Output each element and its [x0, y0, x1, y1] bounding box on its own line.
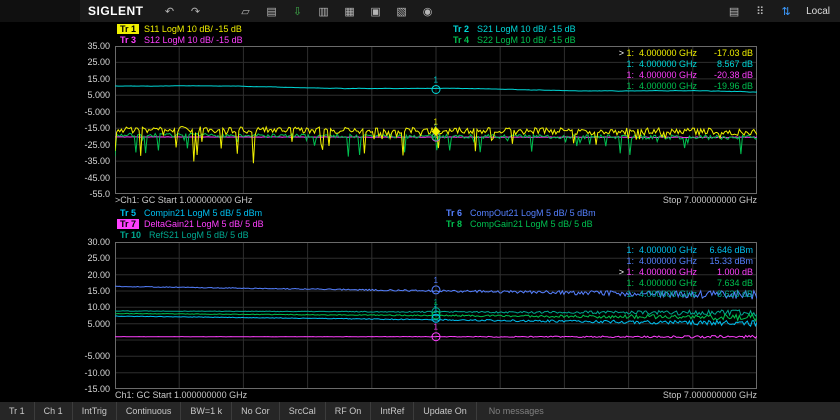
trace-format-label: S11 LogM 10 dB/ -15 dB	[144, 24, 242, 34]
toolbar-system-group: ▤ ⠿ ⇅	[724, 3, 796, 19]
trace-number-chip[interactable]: Tr 2	[450, 24, 472, 34]
vna-screen: SIGLENT ↶↷ ▱▤⇩▥▦▣▧◉ ▤⠿⇅ Local Tr 1Ch 1In…	[0, 0, 840, 420]
trace-format-label: CompGain21 LogM 5 dB/ 5 dB	[470, 219, 593, 229]
toolbar-tools-group: ▱ ▤ ⇩ ▥ ▦ ▣ ▧ ◉	[236, 3, 438, 19]
control-mode-label[interactable]: Local	[806, 6, 830, 17]
status-bw-1-k[interactable]: BW=1 k	[181, 402, 232, 420]
y-axis-label: 20.00	[58, 271, 110, 280]
trace-header-tr10[interactable]: Tr 10 RefS21 LogM 5 dB/ 5 dB	[117, 230, 249, 240]
window-layout-icon[interactable]: ▤	[724, 3, 744, 19]
trace-number-chip[interactable]: Tr 10	[117, 230, 144, 240]
y-axis-label: 10.00	[58, 303, 110, 312]
sweep-stop-label: Stop 7.000000000 GHz	[663, 390, 757, 400]
svg-text:1: 1	[434, 323, 439, 332]
sweep-stop-label: Stop 7.000000000 GHz	[663, 195, 757, 205]
trace-format-label: CompOut21 LogM 5 dB/ 5 dBm	[470, 208, 596, 218]
trace-format-label: Compin21 LogM 5 dB/ 5 dBm	[144, 208, 262, 218]
toolbar-undo-group: ↶↷	[160, 3, 206, 19]
export-icon[interactable]: ⇩	[288, 3, 308, 19]
menu-region	[0, 0, 80, 22]
signal-icon[interactable]: ▥	[314, 3, 334, 19]
trace-format-label: S21 LogM 10 dB/ -15 dB	[477, 24, 576, 34]
lan-status-icon[interactable]: ⇅	[776, 3, 796, 19]
y-axis-label: 25.00	[58, 254, 110, 263]
status-intref[interactable]: IntRef	[371, 402, 414, 420]
trace-format-label: RefS21 LogM 5 dB/ 5 dB	[149, 230, 249, 240]
svg-text:1: 1	[434, 276, 439, 285]
sweep-start-label: Ch1: GC Start 1.000000000 GHz	[115, 390, 247, 400]
y-axis-label: -15.00	[58, 124, 110, 133]
y-axis-label: -35.00	[58, 157, 110, 166]
apps-grid-icon[interactable]: ⠿	[750, 3, 770, 19]
y-axis-label: -15.00	[58, 385, 110, 394]
marker-readout-row: > 1: 4.000000 GHz1.000 dB	[619, 267, 753, 278]
trace-header-tr1[interactable]: Tr 1 S11 LogM 10 dB/ -15 dB	[117, 24, 242, 34]
status-srccal[interactable]: SrcCal	[280, 402, 326, 420]
status-inttrig[interactable]: IntTrig	[73, 402, 117, 420]
y-axis-label: 5.000	[58, 320, 110, 329]
marker-icon[interactable]: ▱	[236, 3, 256, 19]
marker-readout-row: 1: 4.000000 GHz-20.38 dB	[619, 70, 753, 81]
trace-header-tr2[interactable]: Tr 2 S21 LogM 10 dB/ -15 dB	[450, 24, 576, 34]
marker-readout-list: 1: 4.000000 GHz6.646 dBm1: 4.000000 GHz1…	[619, 245, 753, 300]
marker-readout-list: > 1: 4.000000 GHz-17.03 dB1: 4.000000 GH…	[619, 48, 753, 92]
trace-number-chip[interactable]: Tr 7	[117, 219, 139, 229]
y-axis-label: 15.00	[58, 287, 110, 296]
trace-number-chip[interactable]: Tr 3	[117, 35, 139, 45]
status-rf-on[interactable]: RF On	[326, 402, 372, 420]
status-bar: Tr 1Ch 1IntTrigContinuousBW=1 kNo CorSrc…	[0, 402, 840, 420]
trace-header-tr8[interactable]: Tr 8 CompGain21 LogM 5 dB/ 5 dB	[443, 219, 593, 229]
status-update-on[interactable]: Update On	[414, 402, 477, 420]
svg-text:1: 1	[434, 118, 439, 127]
marker-readout-row: 1: 4.000000 GHz7.634 dB	[619, 278, 753, 289]
waterfall-icon[interactable]: ▦	[340, 3, 360, 19]
marker-readout-row: 1: 4.000000 GHz15.33 dBm	[619, 256, 753, 267]
y-axis-label: -45.00	[58, 174, 110, 183]
status-message: No messages	[477, 406, 556, 416]
trace-header-tr3[interactable]: Tr 3 S12 LogM 10 dB/ -15 dB	[117, 35, 243, 45]
trace-number-chip[interactable]: Tr 4	[450, 35, 472, 45]
trace-number-chip[interactable]: Tr 5	[117, 208, 139, 218]
trace-number-chip[interactable]: Tr 8	[443, 219, 465, 229]
trace-header-tr7[interactable]: Tr 7 DeltaGain21 LogM 5 dB/ 5 dB	[117, 219, 264, 229]
redo-icon[interactable]: ↷	[186, 3, 206, 19]
brand-logo: SIGLENT	[88, 4, 144, 18]
y-axis-label: 35.00	[58, 42, 110, 51]
svg-text:1: 1	[434, 75, 439, 84]
folder-icon[interactable]: ▧	[392, 3, 412, 19]
marker-readout-row: 1: 4.000000 GHz-19.96 dB	[619, 81, 753, 92]
trace-header-tr6[interactable]: Tr 6 CompOut21 LogM 5 dB/ 5 dBm	[443, 208, 596, 218]
y-axis-label: -5.000	[58, 352, 110, 361]
y-axis-label: 5.000	[58, 91, 110, 100]
sweep-start-label: >Ch1: GC Start 1.000000000 GHz	[115, 195, 252, 205]
svg-text:1: 1	[434, 304, 439, 313]
status-no-cor[interactable]: No Cor	[232, 402, 280, 420]
y-axis-label: -10.00	[58, 369, 110, 378]
y-axis-label: -25.00	[58, 141, 110, 150]
trace-header-tr5[interactable]: Tr 5 Compin21 LogM 5 dB/ 5 dBm	[117, 208, 262, 218]
y-axis-label: 25.00	[58, 58, 110, 67]
undo-icon[interactable]: ↶	[160, 3, 180, 19]
trace-number-chip[interactable]: Tr 1	[117, 24, 139, 34]
trace-format-label: DeltaGain21 LogM 5 dB/ 5 dB	[144, 219, 264, 229]
chart-icon[interactable]: ▤	[262, 3, 282, 19]
status-ch-1[interactable]: Ch 1	[35, 402, 73, 420]
y-axis-label: -5.000	[58, 108, 110, 117]
y-axis-label: 30.00	[58, 238, 110, 247]
trace-format-label: S12 LogM 10 dB/ -15 dB	[144, 35, 243, 45]
save-icon[interactable]: ▣	[366, 3, 386, 19]
trace-number-chip[interactable]: Tr 6	[443, 208, 465, 218]
y-axis-label: -55.0	[58, 190, 110, 199]
screenshot-icon[interactable]: ◉	[418, 3, 438, 19]
marker-readout-row: 1: 4.000000 GHz6.646 dBm	[619, 245, 753, 256]
marker-readout-row: 1: 4.000000 GHz8.633 dB	[619, 289, 753, 300]
marker-readout-row: 1: 4.000000 GHz8.567 dB	[619, 59, 753, 70]
y-axis-label: 15.00	[58, 75, 110, 84]
marker-readout-row: > 1: 4.000000 GHz-17.03 dB	[619, 48, 753, 59]
status-tr-1[interactable]: Tr 1	[0, 402, 35, 420]
toolbar: SIGLENT ↶↷ ▱▤⇩▥▦▣▧◉ ▤⠿⇅ Local	[0, 0, 840, 23]
trace-header-tr4[interactable]: Tr 4 S22 LogM 10 dB/ -15 dB	[450, 35, 576, 45]
status-continuous[interactable]: Continuous	[117, 402, 182, 420]
trace-format-label: S22 LogM 10 dB/ -15 dB	[477, 35, 576, 45]
